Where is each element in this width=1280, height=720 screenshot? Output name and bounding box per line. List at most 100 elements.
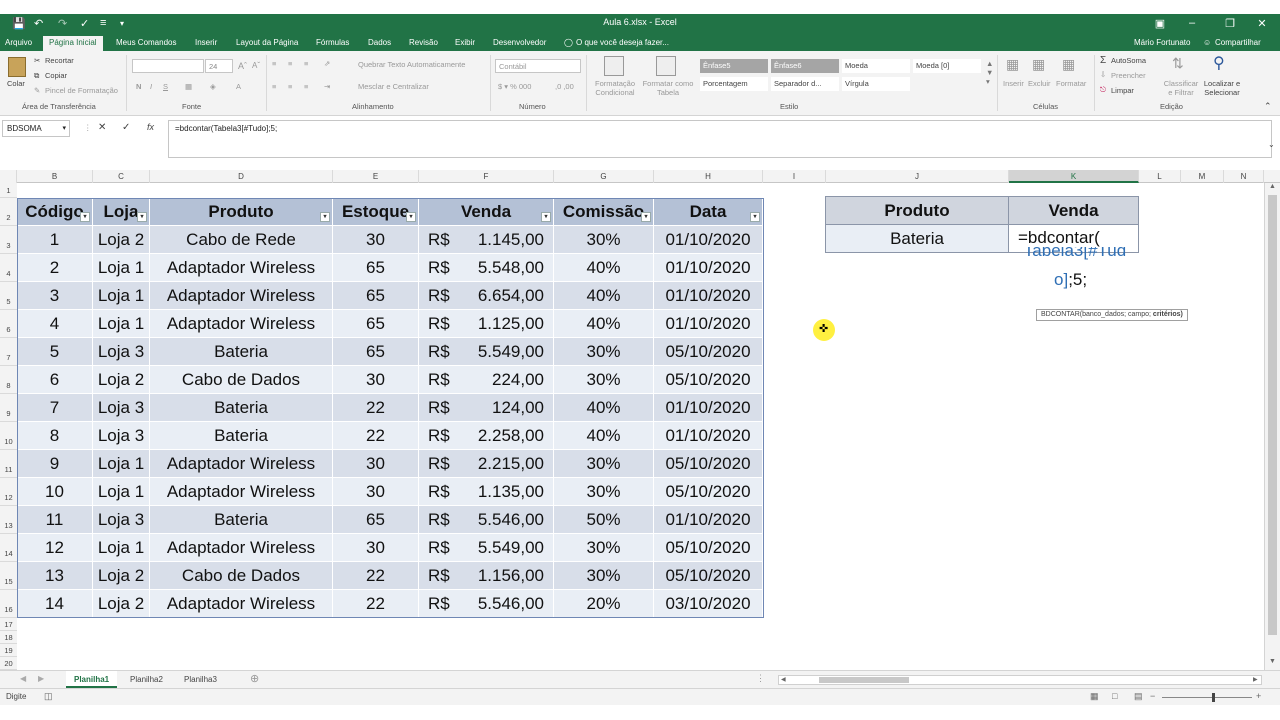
expand-formula-icon[interactable]: ⌄ [1268,140,1275,149]
orientation-icon[interactable]: ⇗ [324,59,330,68]
bold-button[interactable]: N [136,82,141,91]
select-all-button[interactable] [0,170,17,183]
table-header-cell[interactable]: Código ▾ [17,198,93,226]
table-cell[interactable]: Adaptador Wireless [150,450,333,478]
table-header-cell[interactable]: Estoque ▾ [333,198,419,226]
sheet-tab-planilha2[interactable]: Planilha2 [122,671,171,688]
align-right-icon[interactable]: ≡ [304,82,308,91]
grow-font-icon[interactable]: Aˆ [238,61,247,71]
normal-view-icon[interactable]: ▦ [1090,691,1099,702]
filter-dropdown-icon[interactable]: ▾ [406,212,416,222]
align-top-icon[interactable]: ≡ [272,59,276,68]
table-cell[interactable]: 40% [554,282,654,310]
prev-sheet-icon[interactable]: ◀ [20,674,26,683]
shrink-font-icon[interactable]: Aˇ [252,61,260,70]
vertical-scrollbar[interactable]: ▲ ▼ [1264,183,1280,670]
column-header-l[interactable]: L [1139,170,1181,183]
tab-pagina-inicial[interactable]: Página Inicial [43,36,103,51]
column-header-h[interactable]: H [654,170,763,183]
row-header-17[interactable]: 17 [0,618,17,631]
enter-button[interactable]: ✓ [122,122,130,133]
row-header-12[interactable]: 12 [0,478,17,506]
scrollbar-thumb[interactable] [819,677,909,683]
row-header-14[interactable]: 14 [0,534,17,562]
name-box[interactable]: BDSOMA ▾ [2,120,70,137]
table-cell[interactable]: Adaptador Wireless [150,534,333,562]
format-painter-button[interactable]: Pincel de Formatação [45,86,118,95]
tab-desenvolvedor[interactable]: Desenvolvedor [493,38,546,47]
table-cell[interactable]: Cabo de Dados [150,562,333,590]
zoom-slider[interactable] [1162,697,1252,698]
table-cell[interactable]: 22 [333,562,419,590]
scroll-right-icon[interactable]: ▶ [1253,676,1258,683]
filter-dropdown-icon[interactable]: ▾ [541,212,551,222]
tab-formulas[interactable]: Fórmulas [316,38,349,47]
fill-color-icon[interactable]: ◈ [210,82,216,91]
underline-button[interactable]: S [163,82,168,91]
table-cell[interactable]: R$ 2.258,00 [419,422,554,450]
copy-button[interactable]: Copiar [45,71,67,80]
table-cell[interactable]: 05/10/2020 [654,366,763,394]
row-header-19[interactable]: 19 [0,644,17,657]
table-cell[interactable]: 6 [17,366,93,394]
table-cell[interactable]: R$ 5.549,00 [419,338,554,366]
table-cell[interactable]: R$ 124,00 [419,394,554,422]
next-sheet-icon[interactable]: ▶ [38,674,44,683]
table-cell[interactable]: 22 [333,590,419,618]
tell-me-box[interactable]: O que você deseja fazer... [576,38,669,47]
style-enfase5[interactable]: Ênfase5 [700,59,768,73]
table-cell[interactable]: Adaptador Wireless [150,310,333,338]
table-cell[interactable]: 5 [17,338,93,366]
table-cell[interactable]: 65 [333,506,419,534]
table-cell[interactable]: 4 [17,310,93,338]
row-header-2[interactable]: 2 [0,198,17,226]
restore-button[interactable]: ❐ [1220,17,1240,30]
scroll-left-icon[interactable]: ◀ [781,676,786,683]
table-cell[interactable]: 30 [333,478,419,506]
table-cell[interactable]: Loja 3 [93,506,150,534]
table-cell[interactable]: R$ 6.654,00 [419,282,554,310]
zoom-in-icon[interactable]: + [1256,691,1261,701]
fill-button[interactable]: Preencher [1111,71,1146,80]
filter-dropdown-icon[interactable]: ▾ [137,212,147,222]
table-cell[interactable]: 01/10/2020 [654,226,763,254]
table-cell[interactable]: 20% [554,590,654,618]
borders-icon[interactable]: ▦ [185,82,192,91]
table-cell[interactable]: Loja 1 [93,478,150,506]
table-cell[interactable]: 30% [554,338,654,366]
table-header-cell[interactable]: Loja ▾ [93,198,150,226]
tab-revisao[interactable]: Revisão [409,38,438,47]
table-cell[interactable]: Adaptador Wireless [150,254,333,282]
table-cell[interactable]: 30 [333,226,419,254]
table-header-cell[interactable]: Comissão ▾ [554,198,654,226]
filter-dropdown-icon[interactable]: ▾ [80,212,90,222]
table-cell[interactable]: Cabo de Dados [150,366,333,394]
table-cell[interactable]: R$ 1.125,00 [419,310,554,338]
table-cell[interactable]: 65 [333,338,419,366]
italic-button[interactable]: I [150,82,152,91]
indent-icon[interactable]: ⇥ [324,82,330,91]
row-header-5[interactable]: 5 [0,282,17,310]
table-cell[interactable]: Cabo de Rede [150,226,333,254]
table-cell[interactable]: Bateria [150,394,333,422]
table-cell[interactable]: Adaptador Wireless [150,590,333,618]
table-cell[interactable]: 30 [333,366,419,394]
table-cell[interactable]: 40% [554,394,654,422]
find-select-button[interactable]: Localizar e Selecionar [1200,79,1244,97]
column-header-g[interactable]: G [554,170,654,183]
table-cell[interactable]: 22 [333,422,419,450]
table-cell[interactable]: 65 [333,310,419,338]
table-cell[interactable]: Adaptador Wireless [150,478,333,506]
table-header-cell[interactable]: Produto ▾ [150,198,333,226]
column-header-d[interactable]: D [150,170,333,183]
table-cell[interactable]: Loja 2 [93,562,150,590]
table-cell[interactable]: R$ 1.145,00 [419,226,554,254]
column-header-k[interactable]: K [1009,170,1139,183]
style-moeda-0[interactable]: Moeda [0] [913,59,981,73]
table-cell[interactable]: 01/10/2020 [654,394,763,422]
table-cell[interactable]: 65 [333,282,419,310]
table-cell[interactable]: 05/10/2020 [654,534,763,562]
conditional-format-button[interactable]: Formatação Condicional [590,79,640,97]
row-header-6[interactable]: 6 [0,310,17,338]
table-cell[interactable]: 30% [554,450,654,478]
